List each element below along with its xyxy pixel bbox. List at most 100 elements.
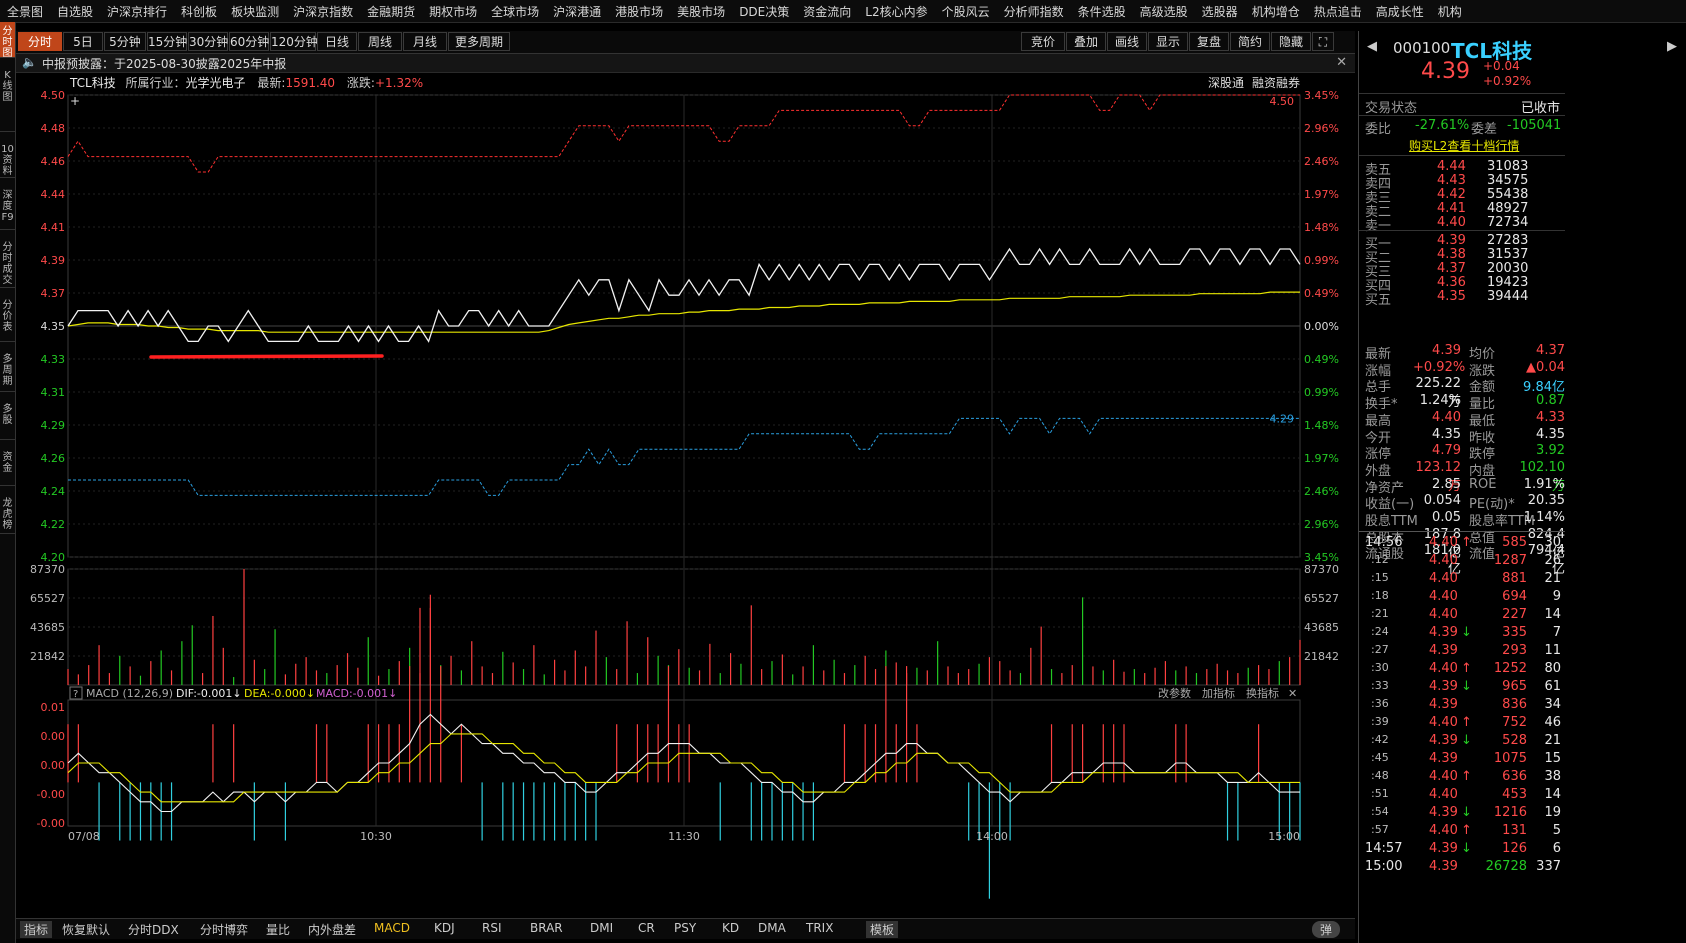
indicator-tab-3[interactable]: 分时博弈 <box>200 921 248 938</box>
indicator-tab-13[interactable]: KD <box>722 921 739 935</box>
left-tab-1[interactable]: K线图 <box>0 66 15 132</box>
next-stock-icon[interactable]: ▶ <box>1667 39 1677 54</box>
intraday-chart[interactable]: 4.50 3.45% 4.48 2.96% 4.46 2.46% 4.44 1.97% 4.41… <box>16 90 1355 916</box>
menu-item-18[interactable]: 高级选股 <box>1133 3 1195 20</box>
notice-text[interactable]: 中报预披露：于2025-08-30披露2025年中报 <box>42 55 286 72</box>
indicator-tab-7[interactable]: KDJ <box>434 921 455 935</box>
indicator-tab-0[interactable]: 指标 <box>20 921 53 938</box>
popup-toggle[interactable]: 弹 <box>1312 921 1341 938</box>
left-tab-5[interactable]: 分价表 <box>0 296 15 342</box>
indicator-tab-15[interactable]: TRIX <box>806 921 833 935</box>
menu-item-8[interactable]: 全球市场 <box>484 3 546 20</box>
menu-item-9[interactable]: 沪深港通 <box>546 3 608 20</box>
indicator-tab-2[interactable]: 分时DDX <box>128 921 179 938</box>
menu-item-19[interactable]: 选股器 <box>1195 3 1245 20</box>
period-1[interactable]: 5日 <box>63 32 103 51</box>
period-7[interactable]: 日线 <box>317 32 357 51</box>
stat-cell: 4.39 <box>1432 343 1461 358</box>
margin-trading-link[interactable]: 融资融券 <box>1252 74 1300 91</box>
prev-stock-icon[interactable]: ◀ <box>1367 39 1377 54</box>
asks-price: 4.40 <box>1437 215 1466 230</box>
indicator-tab-4[interactable]: 量比 <box>266 921 290 938</box>
tool-1[interactable]: 叠加 <box>1066 32 1106 51</box>
top-menu-bar: 全景图 自选股 沪深京排行 科创板 板块监测 沪深京指数 金融期货 期权市场 全球市场 沪深港通港… <box>0 0 1686 23</box>
left-tab-3[interactable]: 深度F9 <box>0 186 15 230</box>
industry-value[interactable]: 光学光电子 <box>186 76 246 90</box>
left-tab-8[interactable]: 资金 <box>0 448 15 486</box>
indicator-tab-16[interactable]: 模板 <box>866 921 899 938</box>
tick-count: 30 <box>1544 535 1561 550</box>
l2-purchase-link[interactable]: 购买L2查看十档行情 <box>1409 137 1519 154</box>
menu-item-5[interactable]: 沪深京指数 <box>286 3 360 20</box>
menu-item-22[interactable]: 高成长性 <box>1369 3 1431 20</box>
tool-5[interactable]: 简约 <box>1230 32 1270 51</box>
tick-row: :39 4.40 ↑ 752 46 <box>1365 715 1665 733</box>
indicator-tab-5[interactable]: 内外盘差 <box>308 921 356 938</box>
menu-item-2[interactable]: 沪深京排行 <box>100 3 174 20</box>
close-icon[interactable]: ✕ <box>1336 55 1347 70</box>
tool-4[interactable]: 复盘 <box>1189 32 1229 51</box>
menu-item-14[interactable]: L2核心内参 <box>858 3 934 20</box>
tool-3[interactable]: 显示 <box>1148 32 1188 51</box>
menu-item-11[interactable]: 美股市场 <box>670 3 732 20</box>
macd-add-indicator-button[interactable]: 加指标 <box>1202 686 1235 700</box>
menu-item-17[interactable]: 条件选股 <box>1071 3 1133 20</box>
indicator-tab-8[interactable]: RSI <box>482 921 502 935</box>
menu-item-1[interactable]: 自选股 <box>50 3 100 20</box>
drawn-annotation-line[interactable] <box>149 354 384 359</box>
period-6[interactable]: 120分钟 <box>270 32 318 51</box>
period-10[interactable]: 更多周期 <box>448 32 510 51</box>
price-tick-label: 4.46 <box>41 155 66 168</box>
period-8[interactable]: 周线 <box>358 32 402 51</box>
macd-tick-label: -0.00 <box>37 817 65 830</box>
bids-price: 4.37 <box>1437 261 1466 276</box>
tool-0[interactable]: 竞价 <box>1021 32 1065 51</box>
menu-item-12[interactable]: DDE决策 <box>732 3 796 20</box>
left-tab-0[interactable]: 分时图 <box>0 22 15 59</box>
menu-item-23[interactable]: 机构 <box>1431 3 1469 20</box>
left-tab-7[interactable]: 多股 <box>0 400 15 440</box>
indicator-tab-1[interactable]: 恢复默认 <box>62 921 110 938</box>
menu-item-3[interactable]: 科创板 <box>174 3 224 20</box>
period-3[interactable]: 15分钟 <box>147 32 187 51</box>
macd-close-icon[interactable]: ✕ <box>1288 687 1297 700</box>
menu-item-4[interactable]: 板块监测 <box>224 3 286 20</box>
menu-item-0[interactable]: 全景图 <box>0 3 50 20</box>
menu-item-13[interactable]: 资金流向 <box>796 3 858 20</box>
period-0[interactable]: 分时 <box>18 32 62 51</box>
left-tab-6[interactable]: 多周期 <box>0 350 15 392</box>
period-9[interactable]: 月线 <box>403 32 447 51</box>
hk-connect-link[interactable]: 深股通 <box>1208 74 1244 91</box>
indicator-tab-14[interactable]: DMA <box>758 921 786 935</box>
tick-volume: 528 <box>1502 733 1527 748</box>
left-tab-4[interactable]: 分时成交 <box>0 238 15 288</box>
indicator-tab-6[interactable]: MACD <box>374 921 410 935</box>
tool-6[interactable]: 隐藏 <box>1271 32 1311 51</box>
left-tab-2[interactable]: 10资料 <box>0 140 15 178</box>
menu-item-15[interactable]: 个股风云 <box>935 3 997 20</box>
indicator-tab-10[interactable]: DMI <box>590 921 613 935</box>
menu-item-21[interactable]: 热点追击 <box>1307 3 1369 20</box>
macd-edit-params-button[interactable]: 改参数 <box>1158 686 1191 700</box>
tool-7[interactable]: ⛶ <box>1312 32 1334 51</box>
menu-item-10[interactable]: 港股市场 <box>608 3 670 20</box>
menu-item-16[interactable]: 分析师指数 <box>997 3 1071 20</box>
tick-volume: 585 <box>1502 535 1527 550</box>
period-2[interactable]: 5分钟 <box>104 32 146 51</box>
menu-item-6[interactable]: 金融期货 <box>360 3 422 20</box>
macd-dea: DEA:-0.000↓ <box>244 687 315 700</box>
tick-volume: 453 <box>1502 787 1527 802</box>
menu-item-20[interactable]: 机构增仓 <box>1245 3 1307 20</box>
left-tab-9[interactable]: 龙虎榜 <box>0 494 15 534</box>
period-4[interactable]: 30分钟 <box>188 32 228 51</box>
menu-item-7[interactable]: 期权市场 <box>422 3 484 20</box>
indicator-tab-9[interactable]: BRAR <box>530 921 563 935</box>
pct-tick-label: 2.46% <box>1304 485 1339 498</box>
indicator-tab-11[interactable]: CR <box>638 921 655 935</box>
period-5[interactable]: 60分钟 <box>229 32 269 51</box>
indicator-tab-12[interactable]: PSY <box>674 921 696 935</box>
tick-volume: 694 <box>1502 589 1527 604</box>
speaker-icon: 🔈 <box>22 55 37 69</box>
macd-switch-indicator-button[interactable]: 换指标 <box>1246 686 1279 700</box>
tool-2[interactable]: 画线 <box>1107 32 1147 51</box>
